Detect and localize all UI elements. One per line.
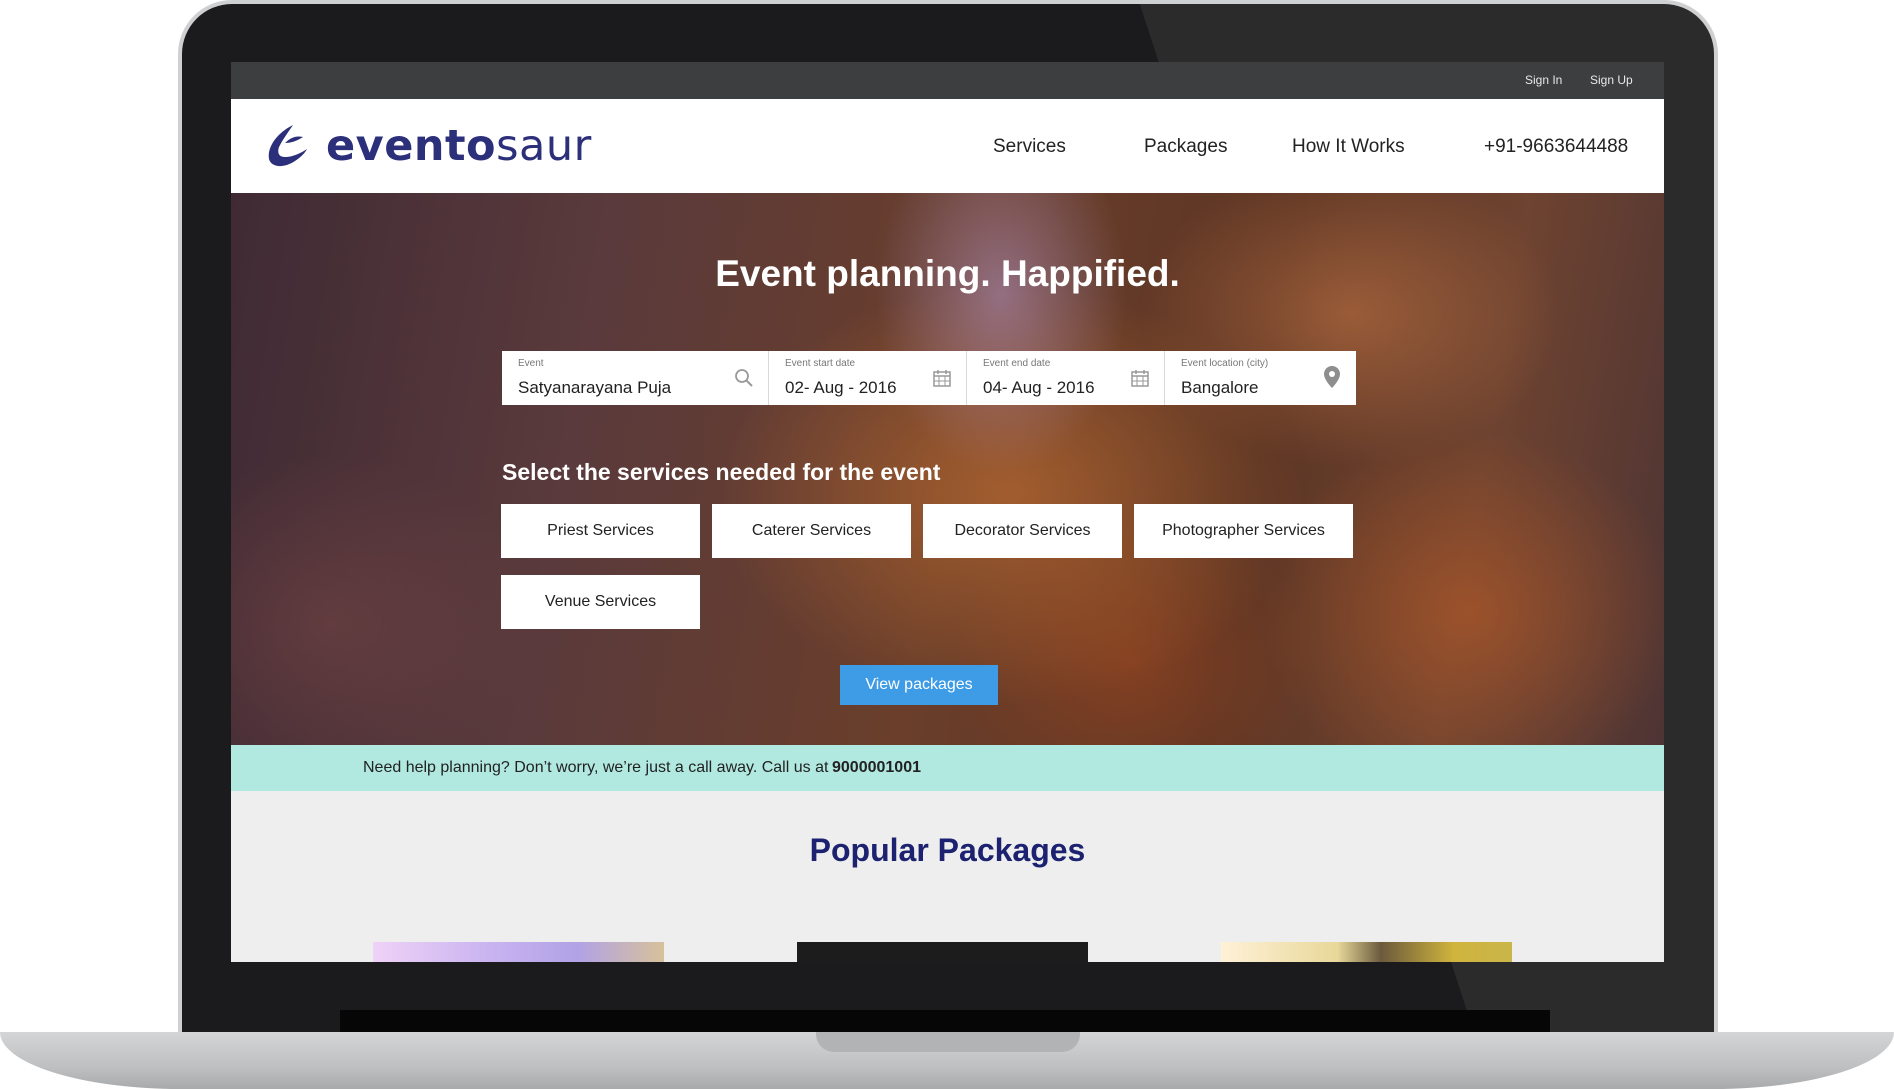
service-photographer-button[interactable]: Photographer Services xyxy=(1134,504,1353,558)
end-date-field[interactable]: Event end date 04- Aug - 2016 xyxy=(967,351,1165,405)
logo-bird-icon xyxy=(268,125,307,167)
event-field[interactable]: Event Satyanarayana Puja xyxy=(502,351,769,405)
service-caterer-button[interactable]: Caterer Services xyxy=(712,504,911,558)
package-card-image[interactable] xyxy=(1221,942,1512,962)
event-field-value: Satyanarayana Puja xyxy=(518,378,672,397)
start-date-label: Event start date xyxy=(785,358,856,369)
logo-wordmark: eventosaur xyxy=(326,121,592,171)
hero: Event planning. Happified. Event Satyana… xyxy=(231,193,1664,745)
nav-services[interactable]: Services xyxy=(993,136,1066,158)
service-venue-button[interactable]: Venue Services xyxy=(501,575,700,629)
laptop-hinge xyxy=(340,1010,1550,1032)
help-text: Need help planning? Don’t worry, we’re j… xyxy=(363,759,829,776)
start-date-field[interactable]: Event start date 02- Aug - 2016 xyxy=(769,351,967,405)
nav-how-it-works[interactable]: How It Works xyxy=(1292,136,1405,158)
logo-text-light: saur xyxy=(496,121,592,171)
start-date-value: 02- Aug - 2016 xyxy=(785,378,897,397)
event-search-bar: Event Satyanarayana Puja Event start dat… xyxy=(502,351,1356,405)
sign-up-link[interactable]: Sign Up xyxy=(1590,73,1633,87)
logo-text-bold: evento xyxy=(326,121,497,171)
site-header: eventosaur Services Packages How It Work… xyxy=(231,99,1664,193)
sign-in-link[interactable]: Sign In xyxy=(1525,73,1562,87)
location-label: Event location (city) xyxy=(1181,358,1269,369)
popular-packages-title: Popular Packages xyxy=(809,832,1086,868)
hero-title: Event planning. Happified. xyxy=(715,253,1180,294)
location-field[interactable]: Event location (city) Bangalore xyxy=(1165,351,1356,405)
laptop-base-notch xyxy=(816,1032,1080,1052)
nav-phone[interactable]: +91-9663644488 xyxy=(1484,136,1628,158)
service-priest-button[interactable]: Priest Services xyxy=(501,504,700,558)
laptop-frame: Sign In Sign Up eventosaur Services Pack… xyxy=(0,0,1894,1089)
top-utility-bar: Sign In Sign Up xyxy=(231,62,1664,99)
package-card-image[interactable] xyxy=(373,942,664,962)
calendar-icon[interactable] xyxy=(932,368,952,388)
view-packages-button[interactable]: View packages xyxy=(840,665,998,705)
end-date-label: Event end date xyxy=(983,358,1051,369)
nav-packages[interactable]: Packages xyxy=(1144,136,1227,158)
calendar-icon[interactable] xyxy=(1130,368,1150,388)
help-phone[interactable]: 9000001001 xyxy=(832,759,921,777)
package-card-image[interactable] xyxy=(797,942,1088,962)
logo[interactable]: eventosaur xyxy=(263,121,592,171)
service-decorator-button[interactable]: Decorator Services xyxy=(923,504,1122,558)
event-field-label: Event xyxy=(518,358,544,369)
location-value: Bangalore xyxy=(1181,378,1259,397)
screen: Sign In Sign Up eventosaur Services Pack… xyxy=(231,62,1664,962)
search-icon[interactable] xyxy=(734,368,754,388)
help-strip: Need help planning? Don’t worry, we’re j… xyxy=(231,745,1664,791)
services-title: Select the services needed for the event xyxy=(502,459,941,485)
end-date-value: 04- Aug - 2016 xyxy=(983,378,1095,397)
location-pin-icon[interactable] xyxy=(1322,365,1342,389)
